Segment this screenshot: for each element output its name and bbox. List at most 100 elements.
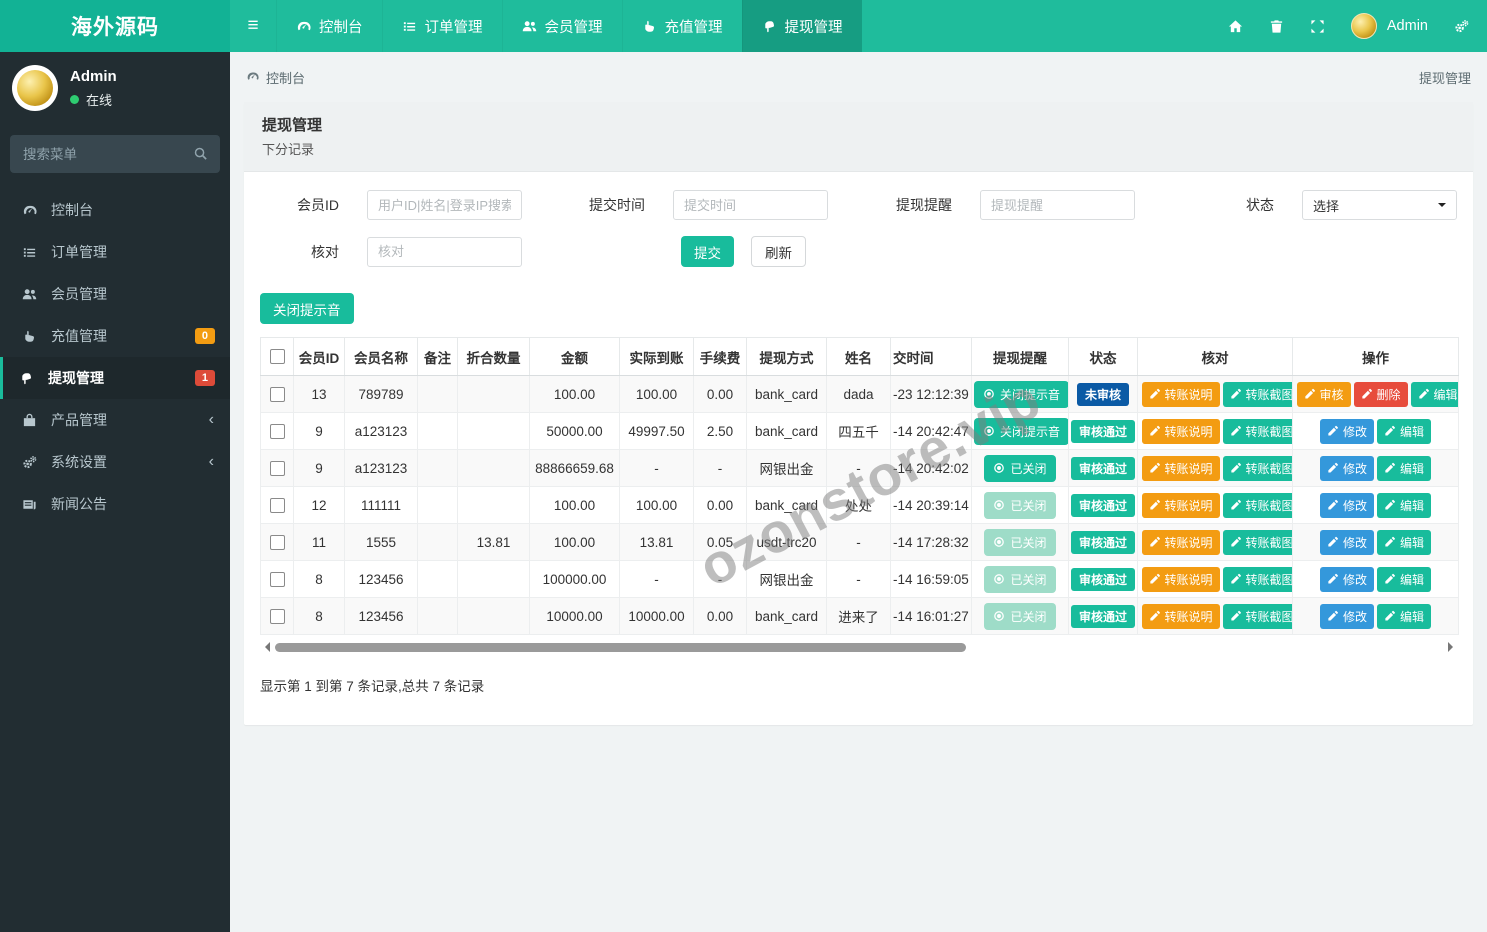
check-action-button[interactable]: 转账说明	[1142, 456, 1220, 481]
column-header[interactable]: 实际到账	[620, 338, 694, 376]
remind-input[interactable]	[980, 190, 1135, 220]
settings-gears-icon[interactable]	[1454, 19, 1469, 34]
member-id-input[interactable]	[367, 190, 522, 220]
row-checkbox[interactable]	[270, 424, 285, 439]
navbar-item-4[interactable]: 提现管理	[742, 0, 862, 52]
check-action-button[interactable]: 转账截图	[1223, 419, 1293, 444]
scrollbar-track[interactable]	[273, 642, 1445, 652]
trash-icon[interactable]	[1269, 19, 1284, 34]
column-header[interactable]: 交时间	[891, 338, 972, 376]
row-action-button[interactable]: 修改	[1320, 493, 1374, 518]
row-action-button[interactable]: 编辑	[1377, 530, 1431, 555]
check-action-button[interactable]: 转账说明	[1142, 567, 1220, 592]
submit-time-input[interactable]	[673, 190, 828, 220]
remind-toggle-button[interactable]: 已关闭	[984, 529, 1055, 556]
remind-toggle-button[interactable]: 已关闭	[984, 566, 1055, 593]
column-header[interactable]: 姓名	[827, 338, 891, 376]
status-badge: 审核通过	[1071, 494, 1135, 517]
sidebar-item-0[interactable]: 控制台	[0, 189, 230, 231]
remind-label: 提现提醒	[828, 195, 952, 215]
mute-sound-button[interactable]: 关闭提示音	[260, 293, 354, 324]
sidebar-search-input[interactable]	[10, 135, 220, 173]
sidebar-item-3[interactable]: 充值管理0	[0, 315, 230, 357]
sidebar-toggle-button[interactable]: ≡	[230, 0, 276, 52]
row-action-button[interactable]: 修改	[1320, 530, 1374, 555]
check-action-button[interactable]: 转账截图	[1223, 530, 1293, 555]
row-checkbox[interactable]	[270, 461, 285, 476]
sidebar-item-5[interactable]: 产品管理‹	[0, 399, 230, 441]
row-action-button[interactable]: 编辑	[1377, 493, 1431, 518]
sidebar-item-7[interactable]: 新闻公告	[0, 483, 230, 525]
row-action-button[interactable]: 编辑	[1377, 419, 1431, 444]
scroll-right-arrow-icon[interactable]	[1448, 642, 1458, 652]
row-checkbox[interactable]	[270, 498, 285, 513]
row-checkbox[interactable]	[270, 609, 285, 624]
row-action-button[interactable]: 编辑	[1377, 567, 1431, 592]
pencil-icon	[1327, 425, 1339, 437]
column-header[interactable]: 折合数量	[458, 338, 530, 376]
submit-button[interactable]: 提交	[681, 236, 734, 267]
row-action-button[interactable]: 审核	[1297, 382, 1351, 407]
check-action-button[interactable]: 转账截图	[1223, 382, 1293, 407]
navbar-item-2[interactable]: 会员管理	[502, 0, 622, 52]
check-action-button[interactable]: 转账说明	[1142, 604, 1220, 629]
cell-actual: -	[620, 450, 694, 487]
column-header[interactable]: 备注	[418, 338, 458, 376]
row-action-button[interactable]: 删除	[1354, 382, 1408, 407]
refresh-button[interactable]: 刷新	[751, 236, 806, 267]
remind-toggle-button[interactable]: 已关闭	[984, 603, 1055, 630]
fullscreen-icon[interactable]	[1310, 19, 1325, 34]
remind-toggle-button[interactable]: 已关闭	[984, 492, 1055, 519]
bag-icon	[21, 413, 38, 428]
column-header[interactable]: 状态	[1069, 338, 1138, 376]
scroll-left-arrow-icon[interactable]	[260, 642, 270, 652]
sidebar-item-6[interactable]: 系统设置‹	[0, 441, 230, 483]
user-menu[interactable]: Admin	[1351, 13, 1428, 39]
column-header[interactable]: 核对	[1138, 338, 1293, 376]
check-action-button[interactable]: 转账截图	[1223, 456, 1293, 481]
row-action-button[interactable]: 编辑	[1377, 604, 1431, 629]
check-action-button[interactable]: 转账说明	[1142, 382, 1220, 407]
row-checkbox[interactable]	[270, 572, 285, 587]
column-header[interactable]: 提现提醒	[972, 338, 1069, 376]
check-action-button[interactable]: 转账截图	[1223, 567, 1293, 592]
remind-toggle-button[interactable]: 关闭提示音	[974, 418, 1069, 445]
sidebar-item-4[interactable]: 提现管理1	[0, 357, 230, 399]
column-header[interactable]: 金额	[530, 338, 620, 376]
check-action-button[interactable]: 转账截图	[1223, 493, 1293, 518]
main-content: 控制台 提现管理 提现管理 下分记录 会员ID 提交时间 提现提醒	[230, 52, 1487, 932]
navbar-item-1[interactable]: 订单管理	[382, 0, 502, 52]
select-all-checkbox[interactable]	[270, 349, 285, 364]
row-action-button[interactable]: 编辑	[1411, 382, 1459, 407]
row-action-button[interactable]: 编辑	[1377, 456, 1431, 481]
pencil-icon	[1149, 610, 1161, 622]
remind-toggle-button[interactable]: 关闭提示音	[974, 381, 1069, 408]
breadcrumb-left[interactable]: 控制台	[266, 68, 305, 87]
row-checkbox[interactable]	[270, 387, 285, 402]
cogs-icon	[1454, 19, 1469, 34]
navbar-item-0[interactable]: 控制台	[276, 0, 382, 52]
column-header[interactable]: 操作	[1293, 338, 1459, 376]
check-action-button[interactable]: 转账说明	[1142, 419, 1220, 444]
remind-toggle-button[interactable]: 已关闭	[984, 455, 1055, 482]
row-action-button[interactable]: 修改	[1320, 456, 1374, 481]
scrollbar-thumb[interactable]	[275, 643, 966, 652]
status-select[interactable]: 选择	[1302, 190, 1457, 220]
check-action-button[interactable]: 转账说明	[1142, 530, 1220, 555]
navbar-item-3[interactable]: 充值管理	[622, 0, 742, 52]
check-input[interactable]	[367, 237, 522, 267]
row-action-button[interactable]: 修改	[1320, 567, 1374, 592]
sidebar-item-1[interactable]: 订单管理	[0, 231, 230, 273]
row-checkbox[interactable]	[270, 535, 285, 550]
check-action-button[interactable]: 转账说明	[1142, 493, 1220, 518]
check-action-button[interactable]: 转账截图	[1223, 604, 1293, 629]
row-action-button[interactable]: 修改	[1320, 419, 1374, 444]
column-header[interactable]: 会员ID	[294, 338, 345, 376]
brand-logo[interactable]: 海外源码	[0, 0, 230, 52]
sidebar-item-2[interactable]: 会员管理	[0, 273, 230, 315]
column-header[interactable]: 手续费	[694, 338, 747, 376]
home-icon[interactable]	[1228, 19, 1243, 34]
column-header[interactable]: 会员名称	[345, 338, 418, 376]
row-action-button[interactable]: 修改	[1320, 604, 1374, 629]
column-header[interactable]: 提现方式	[747, 338, 827, 376]
